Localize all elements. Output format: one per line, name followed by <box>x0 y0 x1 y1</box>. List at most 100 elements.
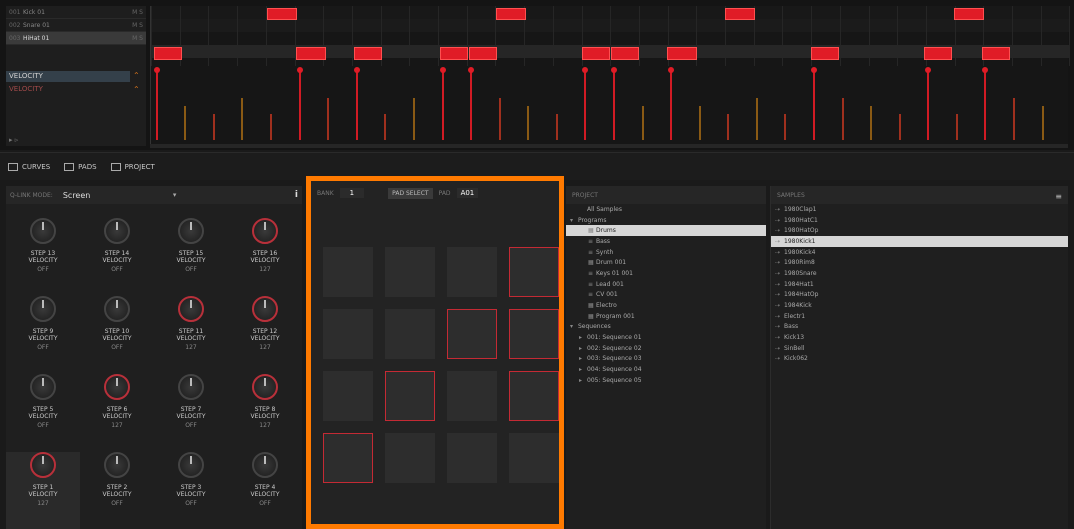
qlink-knob[interactable] <box>104 296 130 322</box>
drum-pad[interactable] <box>509 309 559 359</box>
sample-list-item[interactable]: ⇢ 1984Hat1 <box>771 279 1068 290</box>
velocity-bar[interactable] <box>784 114 786 140</box>
qlink-knob[interactable] <box>30 452 56 478</box>
velocity-bar[interactable] <box>813 70 815 140</box>
qlink-knob[interactable] <box>178 374 204 400</box>
velocity-bar[interactable] <box>727 114 729 140</box>
sample-list-item[interactable]: ⇢ 1980Kick1 <box>771 236 1068 247</box>
drum-pad[interactable] <box>385 309 435 359</box>
qlink-knob[interactable] <box>252 452 278 478</box>
pad-value[interactable]: A01 <box>456 188 479 198</box>
velocity-bar[interactable] <box>241 98 243 140</box>
drum-pad[interactable] <box>509 433 559 483</box>
note-event[interactable] <box>811 47 839 60</box>
velocity-bar[interactable] <box>156 70 158 140</box>
drum-pad[interactable] <box>385 371 435 421</box>
project-tree-item[interactable]: ▦ Program 001 <box>566 311 766 322</box>
velocity-bar[interactable] <box>413 98 415 140</box>
qlink-knob[interactable] <box>30 218 56 244</box>
velocity-bar[interactable] <box>984 70 986 140</box>
note-event[interactable] <box>582 47 610 60</box>
project-tree-item[interactable]: ▸ 005: Sequence 05 <box>566 375 766 386</box>
velocity-bar[interactable] <box>699 106 701 140</box>
note-event[interactable] <box>667 47 697 60</box>
drum-pad[interactable] <box>447 309 497 359</box>
drum-pad[interactable] <box>509 371 559 421</box>
project-tree-item[interactable]: ≡ Synth <box>566 247 766 258</box>
drum-pad[interactable] <box>385 433 435 483</box>
velocity-handle[interactable] <box>811 67 817 73</box>
qlink-knob[interactable] <box>30 374 56 400</box>
velocity-bar[interactable] <box>356 70 358 140</box>
note-event[interactable] <box>982 47 1010 60</box>
project-tree-item[interactable]: ▾ Programs <box>566 215 766 226</box>
velocity-handle[interactable] <box>582 67 588 73</box>
velocity-bar[interactable] <box>956 114 958 140</box>
velocity-bar[interactable] <box>213 114 215 140</box>
velocity-bar[interactable] <box>527 106 529 140</box>
velocity-bar[interactable] <box>442 70 444 140</box>
velocity-bar[interactable] <box>670 70 672 140</box>
lane-collapse-icon[interactable]: ⌃ <box>133 85 143 94</box>
velocity-bar[interactable] <box>499 98 501 140</box>
velocity-bar[interactable] <box>1013 98 1015 140</box>
project-tree-item[interactable]: ≡ Bass <box>566 236 766 247</box>
note-event[interactable] <box>440 47 468 60</box>
velocity-bar[interactable] <box>899 114 901 140</box>
velocity-bar[interactable] <box>470 70 472 140</box>
drum-pad[interactable] <box>447 433 497 483</box>
qlink-knob[interactable] <box>178 452 204 478</box>
drum-pad[interactable] <box>323 309 373 359</box>
velocity-bar[interactable] <box>384 114 386 140</box>
drum-pad[interactable] <box>447 371 497 421</box>
project-tree-item[interactable]: ≡ Keys 01 001 <box>566 268 766 279</box>
lane-expand-icon[interactable]: ⌃ <box>133 71 143 80</box>
note-event[interactable] <box>924 47 952 60</box>
velocity-handle[interactable] <box>611 67 617 73</box>
qlink-knob[interactable] <box>252 374 278 400</box>
drum-pad[interactable] <box>323 371 373 421</box>
drum-pad[interactable] <box>323 433 373 483</box>
sample-list-item[interactable]: ⇢ 1980HatC1 <box>771 215 1068 226</box>
qlink-knob[interactable] <box>178 296 204 322</box>
velocity-handle[interactable] <box>982 67 988 73</box>
sample-list-item[interactable]: ⇢ Bass <box>771 322 1068 333</box>
track-row[interactable]: 003 HiHat 01 M S <box>6 32 146 45</box>
note-event[interactable] <box>954 8 984 20</box>
sample-list-item[interactable]: ⇢ Kick13 <box>771 332 1068 343</box>
note-event[interactable] <box>496 8 526 20</box>
track-mute-solo[interactable]: M S <box>122 35 146 42</box>
note-event[interactable] <box>469 47 497 60</box>
note-event[interactable] <box>611 47 639 60</box>
sample-list-item[interactable]: ⇢ 1980HatOp <box>771 225 1068 236</box>
velocity-bar[interactable] <box>299 70 301 140</box>
velocity-handle[interactable] <box>668 67 674 73</box>
note-event[interactable] <box>296 47 326 60</box>
project-tree-item[interactable]: ▸ 002: Sequence 02 <box>566 343 766 354</box>
sample-list-item[interactable]: ⇢ 1980Snare <box>771 268 1068 279</box>
pad-select-button[interactable]: PAD SELECT <box>388 187 433 199</box>
velocity-bar[interactable] <box>584 70 586 140</box>
menu-icon[interactable]: ≡ <box>1055 192 1062 201</box>
qlink-knob[interactable] <box>252 296 278 322</box>
sample-list-item[interactable]: ⇢ 1980Kick4 <box>771 247 1068 258</box>
project-tree-item[interactable]: ▸ 001: Sequence 01 <box>566 332 766 343</box>
note-event[interactable] <box>354 47 382 60</box>
sample-list-item[interactable]: ⇢ Electr1 <box>771 311 1068 322</box>
project-tree-item[interactable]: ≡ Lead 001 <box>566 279 766 290</box>
bank-value[interactable]: 1 <box>339 188 365 198</box>
velocity-handle[interactable] <box>297 67 303 73</box>
sample-list-item[interactable]: ⇢ 1980Clap1 <box>771 204 1068 215</box>
sequencer-footer[interactable]: ▸ ▹ <box>6 136 146 146</box>
timeline-scrollbar[interactable] <box>150 144 1068 148</box>
velocity-bar[interactable] <box>613 70 615 140</box>
velocity-handle[interactable] <box>154 67 160 73</box>
velocity-bar[interactable] <box>842 98 844 140</box>
track-row[interactable]: 001 Kick 01 M S <box>6 6 146 19</box>
qlink-knob[interactable] <box>178 218 204 244</box>
velocity-handle[interactable] <box>925 67 931 73</box>
qlink-mode-select[interactable]: Screen <box>63 191 163 200</box>
drum-pad[interactable] <box>323 247 373 297</box>
tab-curves[interactable]: CURVES <box>8 162 50 171</box>
qlink-knob[interactable] <box>30 296 56 322</box>
